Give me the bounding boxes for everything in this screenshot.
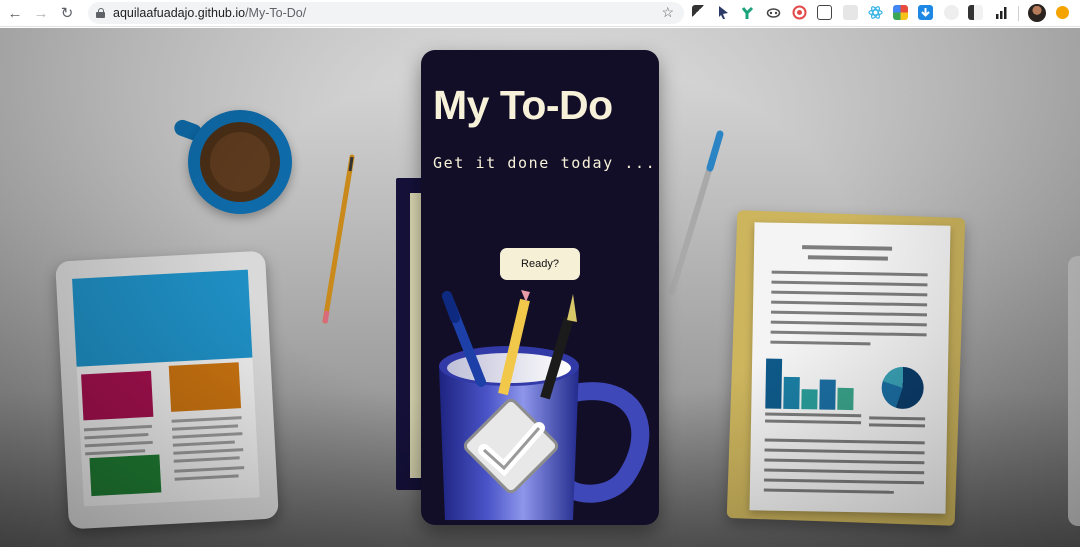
browser-toolbar: ← → ↻ aquilaafuadajo.github.io/My-To-Do/… bbox=[0, 0, 1080, 27]
toolbar-divider bbox=[1018, 6, 1019, 21]
bars-extension-icon[interactable] bbox=[994, 5, 1009, 20]
plant-extension-icon[interactable] bbox=[740, 5, 755, 20]
forward-arrow-icon[interactable]: → bbox=[30, 2, 52, 24]
profile-avatar[interactable] bbox=[1028, 4, 1046, 22]
ready-button[interactable]: Ready? bbox=[500, 248, 580, 280]
target-extension-icon[interactable] bbox=[792, 5, 807, 20]
lock-icon[interactable] bbox=[96, 8, 105, 18]
page-background: My To-Do Get it done today ... Ready? bbox=[0, 28, 1080, 547]
url-path: /My-To-Do/ bbox=[245, 6, 307, 20]
todo-card: My To-Do Get it done today ... Ready? bbox=[421, 50, 659, 525]
colorful-extension-icon[interactable] bbox=[893, 5, 908, 20]
screenshot-extension-icon[interactable] bbox=[817, 5, 832, 20]
mug-with-pencils-icon bbox=[439, 290, 650, 520]
page-title: My To-Do bbox=[433, 82, 613, 128]
grid-extension-icon[interactable] bbox=[843, 5, 858, 20]
react-extension-icon[interactable] bbox=[868, 5, 883, 20]
mask-extension-icon[interactable] bbox=[766, 5, 781, 20]
eyedropper-extension-icon[interactable] bbox=[692, 5, 707, 20]
ghost-extension-icon[interactable] bbox=[944, 5, 959, 20]
url-host: aquilaafuadajo.github.io bbox=[113, 6, 246, 20]
document-extension-icon[interactable] bbox=[968, 5, 983, 20]
download-extension-icon[interactable] bbox=[918, 5, 933, 20]
address-bar[interactable]: aquilaafuadajo.github.io/My-To-Do/ ☆ bbox=[88, 2, 684, 24]
page-subtitle: Get it done today ... bbox=[433, 154, 657, 172]
update-alert-icon[interactable] bbox=[1056, 6, 1069, 19]
cursor-extension-icon[interactable] bbox=[716, 5, 731, 20]
back-arrow-icon[interactable]: ← bbox=[4, 2, 26, 24]
url-text: aquilaafuadajo.github.io/My-To-Do/ bbox=[113, 6, 306, 20]
bookmark-star-icon[interactable]: ☆ bbox=[661, 4, 674, 21]
reload-icon[interactable]: ↻ bbox=[56, 2, 78, 24]
